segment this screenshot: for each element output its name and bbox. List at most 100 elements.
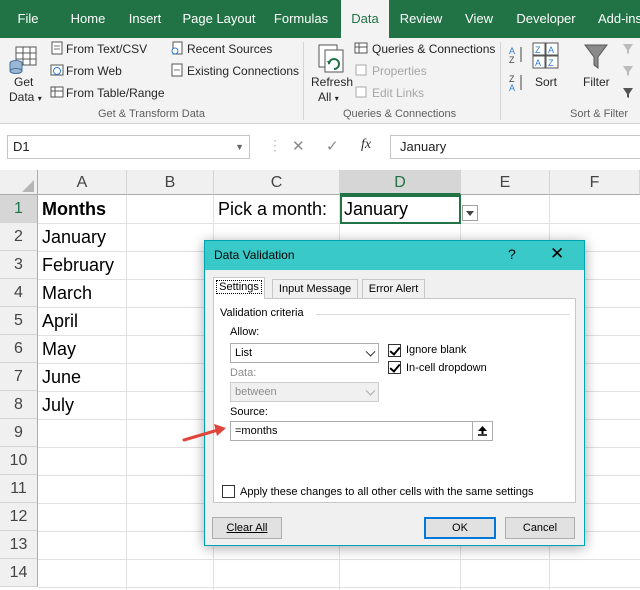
data-select[interactable]: between	[230, 382, 379, 402]
tab-add-ins[interactable]: Add-ins	[590, 0, 640, 38]
cell-a4[interactable]: March	[39, 279, 92, 307]
column-header-d[interactable]: D	[340, 170, 461, 195]
tab-settings[interactable]: Settings	[213, 277, 265, 299]
tab-input-message[interactable]: Input Message	[272, 279, 358, 299]
queries-connections-button[interactable]: Queries & Connections	[372, 42, 495, 56]
cancel-icon[interactable]: ✕	[292, 137, 305, 155]
filter-button-label[interactable]: Filter	[583, 75, 610, 89]
ribbon: Get Data ▾ From Text/CSV From Web From T…	[0, 38, 640, 124]
apply-all-label[interactable]: Apply these changes to all other cells w…	[240, 486, 534, 498]
get-data-icon[interactable]	[9, 43, 39, 77]
row-header-1[interactable]: 1	[0, 195, 38, 223]
ignore-blank-checkbox[interactable]	[388, 344, 401, 357]
row-header-8[interactable]: 8	[0, 391, 38, 419]
chevron-down-icon: ▾	[37, 94, 42, 103]
from-web-button[interactable]: From Web	[66, 64, 122, 78]
tab-error-alert[interactable]: Error Alert	[362, 279, 425, 299]
formula-buttons: ⋮ ✕ ✓ fx	[268, 135, 384, 159]
row-header-10[interactable]: 10	[0, 447, 38, 475]
edit-links-button[interactable]: Edit Links	[372, 86, 424, 100]
tab-developer[interactable]: Developer	[510, 0, 582, 38]
cell-a3[interactable]: February	[39, 251, 114, 279]
ok-button[interactable]: OK	[424, 517, 496, 539]
cell-a6[interactable]: May	[39, 335, 76, 363]
cell-a8[interactable]: July	[39, 391, 74, 419]
properties-button[interactable]: Properties	[372, 64, 427, 78]
gridline	[38, 223, 640, 224]
cancel-button[interactable]: Cancel	[505, 517, 575, 539]
collapse-dialog-button[interactable]	[472, 421, 493, 441]
name-box[interactable]: D1 ▼	[7, 135, 250, 159]
row-header-13[interactable]: 13	[0, 531, 38, 559]
row-header-2[interactable]: 2	[0, 223, 38, 251]
in-cell-dropdown-label[interactable]: In-cell dropdown	[406, 362, 487, 374]
tab-data[interactable]: Data	[341, 0, 389, 38]
cell-c1[interactable]: Pick a month:	[215, 195, 327, 223]
cell-a1[interactable]: Months	[39, 195, 106, 223]
tab-review[interactable]: Review	[394, 0, 448, 38]
sort-button-label[interactable]: Sort	[535, 75, 557, 89]
row-header-7[interactable]: 7	[0, 363, 38, 391]
group-label-queries: Queries & Connections	[343, 108, 457, 120]
existing-connections-button[interactable]: Existing Connections	[187, 64, 299, 78]
svg-text:A: A	[535, 58, 541, 68]
sort-dialog-icon[interactable]: Z A A Z	[532, 42, 560, 70]
filter-icon[interactable]	[583, 42, 609, 72]
dialog-title-bar[interactable]: Data Validation ? ✕	[205, 241, 584, 270]
row-header-12[interactable]: 12	[0, 503, 38, 531]
refresh-all-label-2[interactable]: All ▾	[318, 90, 339, 104]
dialog-title: Data Validation	[214, 248, 295, 262]
ignore-blank-label[interactable]: Ignore blank	[406, 344, 467, 356]
column-header-a[interactable]: A	[38, 170, 127, 195]
enter-icon[interactable]: ✓	[326, 137, 339, 155]
cell-a2[interactable]: January	[39, 223, 106, 251]
divider	[316, 314, 570, 315]
get-data-label-2[interactable]: Data ▾	[9, 90, 42, 104]
select-all-corner[interactable]	[0, 170, 38, 195]
source-input[interactable]: =months	[230, 421, 493, 441]
tab-view[interactable]: View	[455, 0, 503, 38]
from-table-range-button[interactable]: From Table/Range	[66, 86, 165, 100]
cell-dropdown-button[interactable]	[462, 205, 478, 221]
tab-page-layout[interactable]: Page Layout	[176, 0, 262, 38]
help-button[interactable]: ?	[508, 246, 516, 262]
tab-formulas[interactable]: Formulas	[268, 0, 334, 38]
from-text-csv-button[interactable]: From Text/CSV	[66, 42, 147, 56]
recent-sources-button[interactable]: Recent Sources	[187, 42, 272, 56]
get-data-label[interactable]: Get	[14, 75, 33, 89]
column-header-c[interactable]: C	[214, 170, 340, 195]
text-file-icon	[51, 41, 63, 55]
insert-function-icon[interactable]: fx	[361, 137, 371, 153]
row-header-9[interactable]: 9	[0, 419, 38, 447]
clear-all-button[interactable]: Clear All	[212, 517, 282, 539]
allow-select[interactable]: List	[230, 343, 379, 363]
close-icon[interactable]: ✕	[550, 244, 564, 264]
row-header-14[interactable]: 14	[0, 559, 38, 587]
refresh-all-label[interactable]: Refresh	[311, 75, 353, 89]
tab-file[interactable]: File	[0, 0, 56, 38]
cell-a7[interactable]: June	[39, 363, 81, 391]
row-header-4[interactable]: 4	[0, 279, 38, 307]
column-header-f[interactable]: F	[550, 170, 640, 195]
refresh-all-icon[interactable]	[315, 42, 347, 74]
formula-input[interactable]: January	[390, 135, 640, 159]
cell-a5[interactable]: April	[39, 307, 78, 335]
allow-value: List	[235, 347, 253, 359]
row-header-11[interactable]: 11	[0, 475, 38, 503]
tab-home[interactable]: Home	[56, 0, 120, 38]
in-cell-dropdown-checkbox[interactable]	[388, 361, 401, 374]
gridline	[38, 559, 640, 560]
group-label-sort-filter: Sort & Filter	[570, 108, 629, 120]
column-header-e[interactable]: E	[461, 170, 550, 195]
column-header-b[interactable]: B	[127, 170, 214, 195]
existing-connections-icon	[171, 63, 183, 77]
tab-insert[interactable]: Insert	[120, 0, 170, 38]
row-header-5[interactable]: 5	[0, 307, 38, 335]
row-header-3[interactable]: 3	[0, 251, 38, 279]
data-validation-dialog: Data Validation ? ✕ Settings Input Messa…	[204, 240, 585, 546]
chevron-down-icon[interactable]: ▼	[235, 136, 244, 158]
row-header-6[interactable]: 6	[0, 335, 38, 363]
sort-az-icon[interactable]: A Z Z A	[508, 44, 526, 104]
clear-reapply-advanced-icon[interactable]	[622, 42, 640, 102]
apply-all-checkbox[interactable]	[222, 485, 235, 498]
